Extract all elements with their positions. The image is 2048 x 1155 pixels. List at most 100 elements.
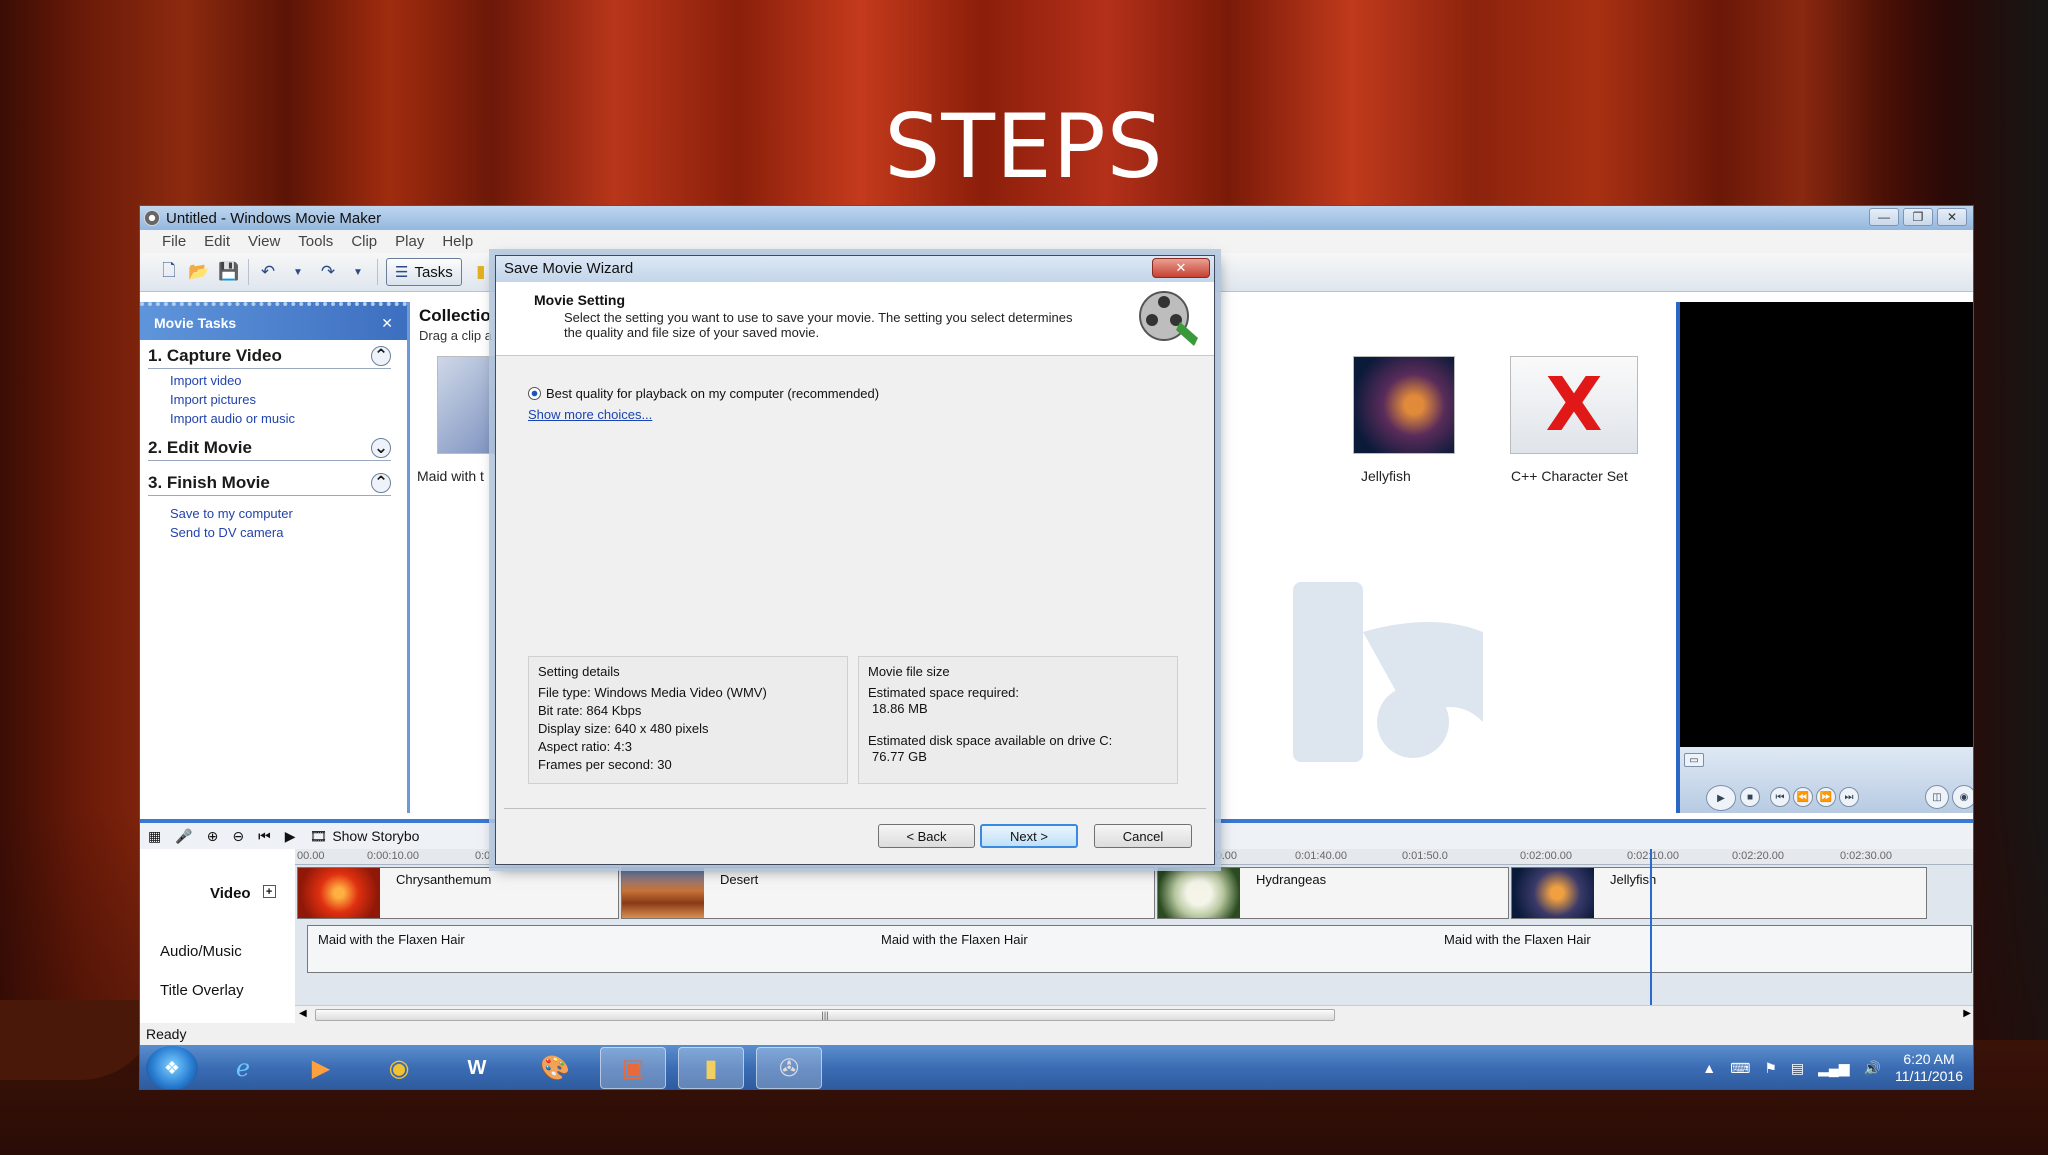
menu-clip[interactable]: Clip [351,233,377,250]
power-icon[interactable]: ▤ [1791,1060,1804,1077]
menu-tools[interactable]: Tools [298,233,333,250]
clock[interactable]: 6:20 AM 11/11/2016 [1895,1051,1963,1085]
fast-forward-icon[interactable]: ⏩ [1816,787,1836,807]
jellyfish-thumbnail[interactable] [1353,356,1455,454]
step-edit-movie[interactable]: 2. Edit Movie ⌄ [148,438,391,461]
volume-icon[interactable]: 🔊 [1864,1060,1881,1077]
open-project-icon[interactable]: 📂 [188,261,210,283]
windows-taskbar: ❖ ℯ ▶ ◉ W 🎨 ▣ ▮ ✇ ▲ ⌨ ⚑ ▤ ▂▄▆ 🔊 6:20 AM … [140,1045,1973,1089]
chrome-icon[interactable]: ◉ [366,1047,432,1089]
timeline-scrollbar[interactable]: ◀ ||| ▶ [295,1005,1973,1023]
menu-help[interactable]: Help [442,233,473,250]
dialog-close-button[interactable]: ✕ [1152,258,1210,278]
keyboard-icon[interactable]: ⌨ [1730,1060,1750,1077]
audio-thumbnail[interactable] [437,356,497,454]
undo-dropdown-icon[interactable]: ▼ [287,261,309,283]
timeline-clip[interactable]: Jellyfish [1511,867,1927,919]
maximize-button[interactable]: ❐ [1903,208,1933,226]
playhead[interactable] [1650,849,1652,1005]
timeline-clip[interactable]: Desert [621,867,1155,919]
previous-frame-icon[interactable]: ⏮ [1770,787,1790,807]
show-storyboard-button[interactable]: 🎞 Show Storybo [310,828,420,845]
cancel-button[interactable]: Cancel [1094,824,1192,848]
menu-file[interactable]: File [162,233,186,250]
expand-plus-icon[interactable]: + [262,885,276,898]
best-quality-option[interactable]: Best quality for playback on my computer… [528,386,879,401]
tasks-button[interactable]: ☰ Tasks [386,258,462,286]
dialog-header: Movie Setting Select the setting you wan… [496,282,1214,356]
action-center-flag-icon[interactable]: ⚑ [1764,1060,1777,1077]
rewind-icon[interactable]: ⏪ [1793,787,1813,807]
next-button[interactable]: Next > [980,824,1078,848]
back-button[interactable]: < Back [878,824,975,848]
collections-folder-icon[interactable]: ▮ [470,261,492,283]
step-label: 1. Capture Video [148,346,282,365]
detail-line: Display size: 640 x 480 pixels [538,721,709,736]
show-more-choices-link[interactable]: Show more choices... [528,407,652,422]
powerpoint-icon[interactable]: ▣ [600,1047,666,1089]
snapshot-icon[interactable]: ◉ [1952,785,1973,809]
media-player-icon[interactable]: ▶ [288,1047,354,1089]
expand-down-icon[interactable]: ⌄ [371,438,391,458]
play-icon[interactable]: ▶ [1706,785,1736,811]
paint-icon[interactable]: 🎨 [522,1047,588,1089]
scroll-right-icon[interactable]: ▶ [1963,1008,1971,1019]
track-labels: Video + Audio/Music Title Overlay [140,865,295,1005]
rewind-timeline-icon[interactable]: ⏮ [258,828,271,845]
undo-icon[interactable]: ↶ [257,261,279,283]
error-x-icon: X [1545,362,1603,448]
close-tasks-icon[interactable]: ✕ [381,315,393,332]
split-icon[interactable]: ▭ [1684,753,1704,767]
clip-name: Hydrangeas [1256,872,1327,887]
menu-edit[interactable]: Edit [204,233,230,250]
timeline-clip[interactable]: Hydrangeas [1157,867,1509,919]
play-timeline-icon[interactable]: ▶ [285,828,296,845]
movie-maker-taskbar-icon[interactable]: ✇ [756,1047,822,1089]
menu-play[interactable]: Play [395,233,424,250]
internet-explorer-icon[interactable]: ℯ [210,1047,276,1089]
word-icon[interactable]: W [444,1047,510,1089]
send-to-dv-link[interactable]: Send to DV camera [170,525,407,540]
next-frame-icon[interactable]: ⏭ [1839,787,1859,807]
redo-icon[interactable]: ↷ [317,261,339,283]
toolbar-separator [377,259,378,285]
space-required-value: 18.86 MB [872,701,928,716]
zoom-in-icon[interactable]: ⊕ [207,828,219,845]
import-video-link[interactable]: Import video [170,373,407,388]
scroll-left-icon[interactable]: ◀ [299,1008,307,1019]
show-hidden-icons-icon[interactable]: ▲ [1702,1060,1716,1076]
timeline-clip[interactable]: Chrysanthemum [297,867,619,919]
import-audio-link[interactable]: Import audio or music [170,411,407,426]
menu-view[interactable]: View [248,233,280,250]
explorer-folder-icon[interactable]: ▮ [678,1047,744,1089]
close-window-button[interactable]: ✕ [1937,208,1967,226]
collapse-up-icon[interactable]: ⌃ [371,473,391,493]
import-pictures-link[interactable]: Import pictures [170,392,407,407]
slide-title: STEPS [884,95,1164,198]
save-to-computer-link[interactable]: Save to my computer [170,506,407,521]
save-project-icon[interactable]: 💾 [218,261,240,283]
step-capture-video[interactable]: 1. Capture Video ⌃ [148,346,391,369]
preview-controls: ▭ ▶ ■ ⏮ ⏪ ⏩ ⏭ ◫ ◉ [1680,747,1973,813]
radio-selected-icon[interactable] [528,387,541,400]
split-clip-icon[interactable]: ◫ [1925,785,1949,809]
step-finish-movie[interactable]: 3. Finish Movie ⌃ [148,473,391,496]
new-project-icon[interactable]: 🗋 [158,261,180,283]
stop-icon[interactable]: ■ [1740,787,1760,807]
missing-file-thumbnail[interactable]: X [1510,356,1638,454]
video-track-label[interactable]: Video + [210,885,276,902]
zoom-out-icon[interactable]: ⊖ [232,828,244,845]
storyboard-view-icon[interactable]: ▦ [148,828,161,845]
clock-time: 6:20 AM [1903,1051,1955,1067]
scroll-thumb[interactable]: ||| [315,1009,1335,1021]
network-signal-icon[interactable]: ▂▄▆ [1818,1060,1849,1077]
start-button[interactable]: ❖ [146,1046,198,1089]
minimize-button[interactable]: — [1869,208,1899,226]
setting-details-box: Setting details File type: Windows Media… [528,656,848,784]
ruler-tick: 00.00 [297,850,325,862]
narrate-mic-icon[interactable]: 🎤 [175,828,192,845]
collapse-up-icon[interactable]: ⌃ [371,346,391,366]
tasks-list-icon: ☰ [395,264,409,281]
redo-dropdown-icon[interactable]: ▼ [347,261,369,283]
audio-track[interactable]: Maid with the Flaxen Hair Maid with the … [307,925,1972,973]
